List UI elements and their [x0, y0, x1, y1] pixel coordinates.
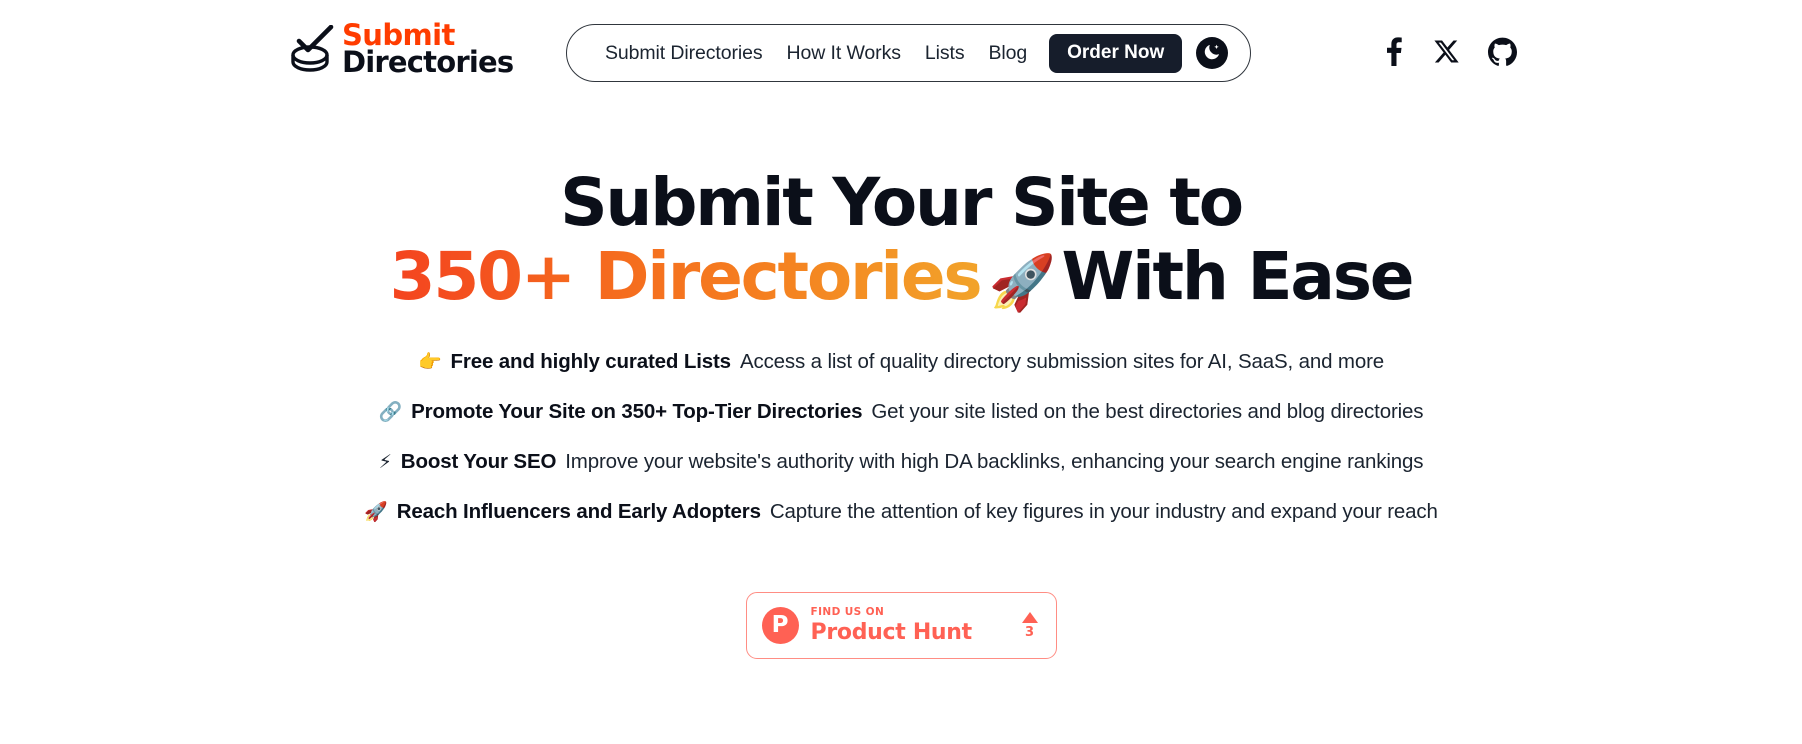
github-icon[interactable] [1488, 37, 1517, 66]
product-hunt-wrap: P FIND US ON Product Hunt 3 [0, 592, 1802, 659]
lightning-icon: ⚡ [378, 451, 392, 473]
feature-item: 🚀 Reach Influencers and Early Adopters C… [364, 500, 1438, 550]
social-links [1380, 36, 1517, 66]
headline-highlight: Directories [594, 238, 983, 315]
x-twitter-icon[interactable] [1433, 38, 1460, 65]
rocket-icon: 🚀 [364, 501, 388, 523]
feature-item: 🔗 Promote Your Site on 350+ Top-Tier Dir… [379, 400, 1424, 450]
headline-count: 350+ [389, 238, 576, 315]
headline-tail: With Ease [1061, 238, 1415, 315]
nav-item-submit-directories[interactable]: Submit Directories [593, 42, 775, 65]
page-title: Submit Your Site to 350+ Directories 🚀 Wit… [0, 170, 1802, 310]
feature-title: Reach Influencers and Early Adopters [396, 500, 761, 523]
feature-title: Boost Your SEO [400, 450, 557, 473]
site-header: Submit Directories Submit Directories Ho… [0, 0, 1802, 105]
product-hunt-upvotes[interactable]: 3 [1021, 612, 1040, 640]
hero-section: Submit Your Site to 350+ Directories 🚀 Wit… [0, 170, 1802, 310]
logo-mark-icon [290, 24, 334, 73]
feature-item: 👉 Free and highly curated Lists Access a… [418, 350, 1384, 400]
product-hunt-badge[interactable]: P FIND US ON Product Hunt 3 [745, 592, 1057, 659]
feature-description: Improve your website's authority with hi… [565, 450, 1424, 473]
feature-description: Get your site listed on the best directo… [871, 400, 1424, 423]
feature-list: 👉 Free and highly curated Lists Access a… [0, 350, 1802, 550]
dark-mode-toggle[interactable] [1196, 37, 1229, 69]
nav-item-blog[interactable]: Blog [976, 42, 1039, 65]
feature-title: Promote Your Site on 350+ Top-Tier Direc… [411, 400, 863, 423]
feature-title: Free and highly curated Lists [450, 350, 732, 373]
nav-item-how-it-works[interactable]: How It Works [775, 42, 913, 65]
logo-word-directories: Directories [342, 44, 514, 79]
product-hunt-name: Product Hunt [810, 619, 973, 645]
feature-description: Access a list of quality directory submi… [739, 350, 1384, 373]
site-logo[interactable]: Submit Directories [290, 21, 514, 79]
rocket-icon: 🚀 [988, 251, 1055, 314]
upvote-arrow-icon [1021, 612, 1038, 623]
link-icon: 🔗 [378, 401, 403, 423]
primary-nav: Submit Directories How It Works Lists Bl… [566, 24, 1252, 82]
product-hunt-kicker: FIND US ON [810, 606, 885, 619]
landing-page: Submit Directories Submit Directories Ho… [0, 0, 1802, 744]
pointing-right-icon: 👉 [417, 351, 442, 373]
order-now-button[interactable]: Order Now [1049, 33, 1183, 73]
headline-line-2: 350+ Directories 🚀 With Ease [0, 244, 1802, 310]
headline-line-1: Submit Your Site to [560, 164, 1244, 241]
feature-item: ⚡ Boost Your SEO Improve your website's … [379, 450, 1424, 500]
nav-item-lists[interactable]: Lists [913, 42, 977, 65]
facebook-icon[interactable] [1380, 36, 1405, 66]
feature-description: Capture the attention of key figures in … [769, 500, 1438, 523]
logo-wordmark: Submit Directories [342, 21, 514, 79]
moon-icon [1202, 42, 1222, 65]
product-hunt-logo-letter: P [771, 611, 789, 638]
product-hunt-texts: FIND US ON Product Hunt [811, 607, 1010, 644]
product-hunt-logo-icon: P [761, 607, 799, 644]
upvote-count: 3 [1024, 625, 1035, 640]
